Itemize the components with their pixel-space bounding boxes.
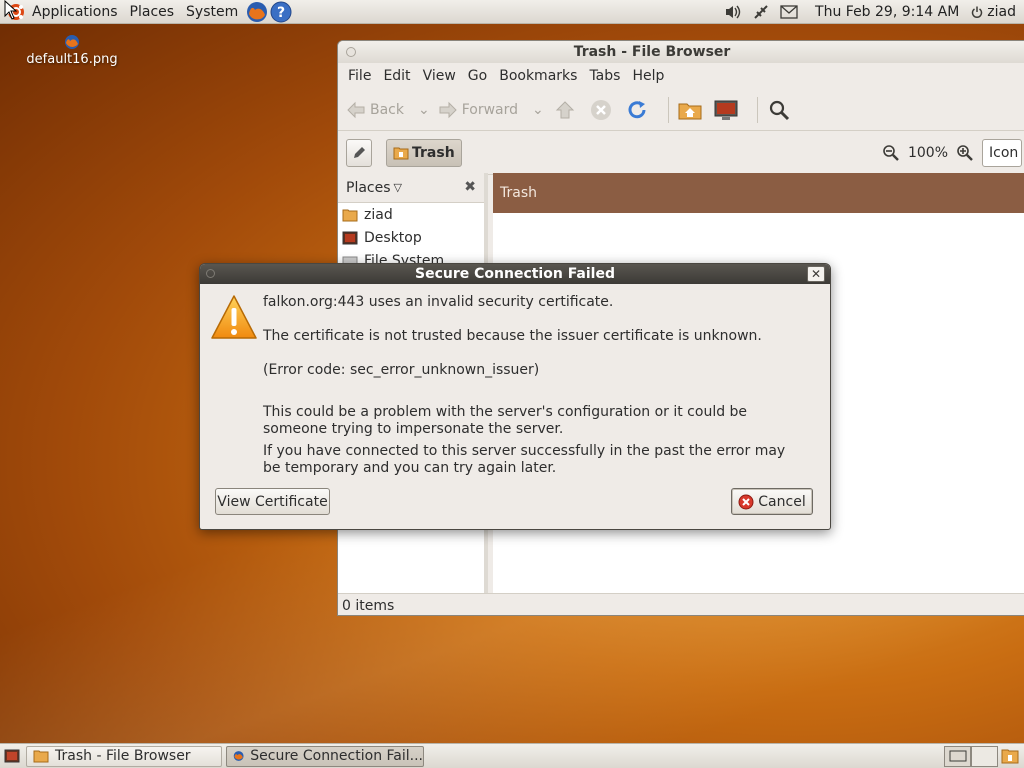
menu-help[interactable]: Help — [626, 68, 670, 84]
show-desktop-icon[interactable] — [2, 746, 22, 766]
sidebar-title: Places — [346, 179, 391, 196]
places-menu[interactable]: Places — [124, 0, 181, 24]
window-menu-button[interactable] — [206, 269, 215, 278]
breadcrumb-label: Trash — [412, 144, 455, 161]
edit-location-button[interactable] — [346, 138, 372, 167]
view-mode-select[interactable]: Icon View — [982, 138, 1022, 167]
menu-file[interactable]: File — [342, 68, 377, 84]
help-launcher-icon[interactable]: ? — [270, 1, 292, 23]
warning-icon — [211, 295, 257, 339]
cancel-label: Cancel — [758, 493, 806, 510]
clock[interactable]: Thu Feb 29, 9:14 AM — [803, 4, 967, 20]
top-panel: Applications Places System ? Thu Feb 29,… — [0, 0, 1024, 24]
bottom-panel: Trash - File Browser Secure Connection F… — [0, 743, 1024, 768]
window-menu-button[interactable] — [346, 47, 356, 57]
menu-edit[interactable]: Edit — [377, 68, 416, 84]
firefox-icon — [233, 751, 244, 761]
applications-menu[interactable]: Applications — [26, 0, 124, 24]
back-arrow-icon — [347, 101, 365, 118]
error-code: (Error code: sec_error_unknown_issuer) — [263, 362, 540, 378]
forward-arrow-icon — [439, 101, 457, 118]
chevron-down-icon: ▽ — [393, 181, 402, 194]
pencil-icon — [354, 146, 365, 158]
up-icon[interactable] — [552, 97, 578, 123]
workspace-1[interactable] — [944, 745, 971, 767]
sidebar-item-ziad[interactable]: ziad — [338, 203, 484, 226]
cancel-button[interactable]: Cancel — [731, 488, 813, 515]
user-name: ziad — [987, 3, 1016, 20]
desktop-icon-label: default16.png — [26, 52, 118, 67]
volume-icon[interactable] — [722, 1, 744, 23]
menu-go[interactable]: Go — [462, 68, 493, 84]
menu-view[interactable]: View — [417, 68, 462, 84]
network-disconnected-icon[interactable] — [750, 1, 772, 23]
power-icon — [972, 6, 983, 18]
error-message-line1: falkon.org:443 uses an invalid security … — [263, 294, 614, 310]
sidebar-header[interactable]: Places ▽ ✖ — [338, 173, 484, 203]
system-menu[interactable]: System — [180, 0, 244, 24]
sidebar-item-desktop[interactable]: Desktop — [338, 226, 484, 249]
trash-folder-icon — [33, 750, 49, 763]
zoom-out-icon[interactable] — [882, 144, 900, 162]
sidebar-item-label: ziad — [364, 206, 393, 223]
secure-connection-dialog: Secure Connection Failed ✕ falkon.org:44… — [199, 263, 831, 530]
dialog-titlebar[interactable]: Secure Connection Failed ✕ — [200, 264, 830, 284]
search-icon[interactable] — [766, 97, 792, 123]
menu-tabs[interactable]: Tabs — [583, 68, 626, 84]
zoom-controls: 100% Icon View — [882, 138, 1022, 167]
taskbar-item-file-browser[interactable]: Trash - File Browser — [26, 745, 222, 767]
svg-text:?: ? — [277, 5, 285, 21]
file-browser-menubar: File Edit View Go Bookmarks Tabs Help — [338, 63, 1024, 89]
trash-folder-icon — [393, 147, 409, 159]
sidebar-item-label: Desktop — [364, 229, 422, 246]
stop-icon[interactable] — [588, 97, 614, 123]
breadcrumb-trash[interactable]: Trash — [386, 138, 462, 167]
toolbar-separator — [667, 96, 669, 123]
mouse-cursor-icon — [4, 0, 18, 20]
toolbar-separator — [756, 96, 758, 123]
menu-bookmarks[interactable]: Bookmarks — [493, 68, 583, 84]
taskbar-item-label: Trash - File Browser — [55, 748, 191, 764]
file-browser-titlebar[interactable]: Trash - File Browser — [338, 41, 1024, 63]
back-dropdown-icon[interactable]: ⌄ — [418, 102, 430, 118]
error-hint: If you have connected to this server suc… — [263, 443, 786, 476]
trash-icon[interactable] — [998, 745, 1022, 767]
forward-button[interactable]: Forward ⌄ — [438, 101, 544, 119]
reload-icon[interactable] — [624, 97, 650, 123]
location-bar: Trash 100% Icon View — [338, 131, 1024, 175]
taskbar-item-label: Secure Connection Fail... — [250, 748, 423, 764]
taskbar-item-dialog[interactable]: Secure Connection Fail... — [226, 745, 424, 767]
back-button[interactable]: Back ⌄ — [346, 101, 430, 119]
status-bar: 0 items — [338, 593, 1024, 615]
error-message-line2: The certificate is not trusted because t… — [263, 328, 762, 344]
forward-dropdown-icon[interactable]: ⌄ — [532, 102, 544, 118]
firefox-file-icon — [64, 34, 80, 50]
window-title: Trash - File Browser — [573, 44, 731, 60]
mail-icon[interactable] — [778, 1, 800, 23]
close-sidebar-icon[interactable]: ✖ — [464, 179, 476, 195]
zoom-level: 100% — [907, 144, 948, 161]
desktop-file-icon[interactable]: default16.png — [22, 34, 122, 67]
workspace-2[interactable] — [971, 745, 998, 767]
home-folder-icon — [342, 209, 358, 221]
workspace-switcher[interactable] — [944, 745, 998, 767]
computer-icon[interactable] — [713, 97, 739, 123]
trash-banner: Trash — [493, 173, 1024, 213]
close-icon[interactable]: ✕ — [807, 266, 825, 282]
zoom-in-icon[interactable] — [956, 144, 974, 162]
dialog-title: Secure Connection Failed — [415, 266, 615, 282]
user-menu[interactable]: ziad — [967, 4, 1024, 20]
view-certificate-button[interactable]: View Certificate — [215, 488, 330, 515]
firefox-launcher-icon[interactable] — [246, 1, 268, 23]
desktop-icon — [342, 231, 358, 244]
file-browser-toolbar: Back ⌄ Forward ⌄ — [338, 89, 1024, 131]
forward-label: Forward — [461, 101, 519, 118]
home-folder-icon[interactable] — [677, 97, 703, 123]
error-explanation: This could be a problem with the server'… — [263, 404, 748, 437]
cancel-icon — [738, 494, 754, 509]
back-label: Back — [370, 101, 404, 118]
